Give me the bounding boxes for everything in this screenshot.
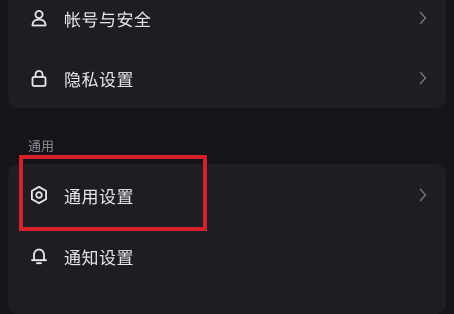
- bell-icon: [29, 246, 49, 266]
- person-icon: [29, 8, 49, 28]
- account-security-label: 帐号与安全: [64, 10, 152, 31]
- notification-settings-label: 通知设置: [64, 248, 134, 269]
- general-settings-card: 通用设置 通知设置: [8, 164, 446, 314]
- general-settings-label: 通用设置: [64, 187, 134, 208]
- general-section-title: 通用: [28, 140, 55, 155]
- gear-icon: [29, 185, 49, 205]
- account-security-row[interactable]: 帐号与安全: [8, 0, 446, 46]
- general-settings-row[interactable]: 通用设置: [8, 167, 446, 223]
- lock-icon: [29, 68, 49, 88]
- notification-settings-row[interactable]: 通知设置: [8, 228, 446, 284]
- chevron-right-icon: [418, 187, 428, 203]
- account-settings-card: 帐号与安全 隐私设置: [8, 0, 446, 108]
- chevron-right-icon: [418, 70, 428, 86]
- chevron-right-icon: [418, 10, 428, 26]
- privacy-settings-label: 隐私设置: [64, 70, 134, 91]
- privacy-settings-row[interactable]: 隐私设置: [8, 50, 446, 106]
